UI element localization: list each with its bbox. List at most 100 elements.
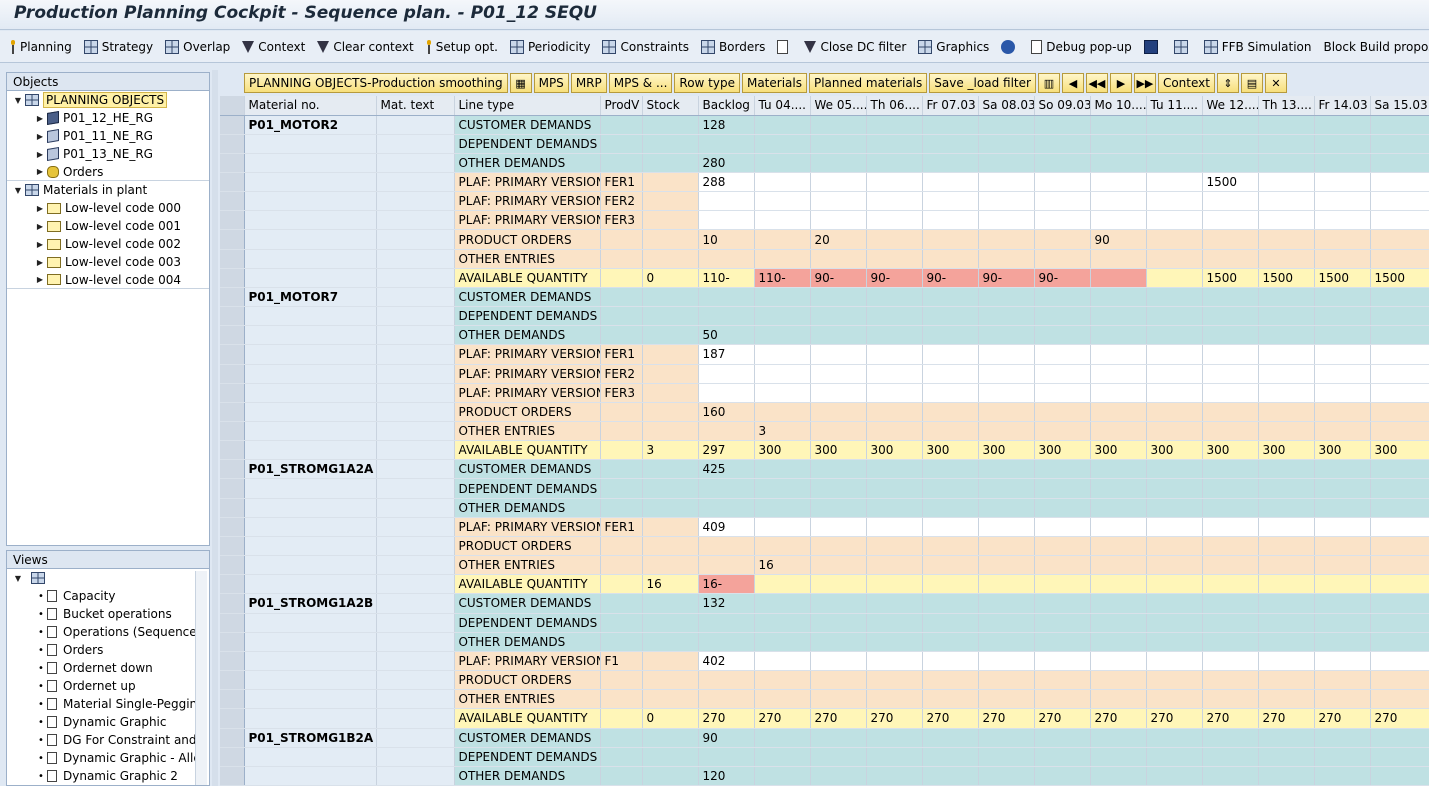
bucket-cell[interactable] <box>978 555 1035 576</box>
backlog-cell[interactable] <box>698 498 755 518</box>
bucket-cell[interactable] <box>754 229 811 250</box>
backlog-cell[interactable]: 409 <box>698 517 755 537</box>
bucket-cell[interactable] <box>922 306 979 327</box>
bucket-cell[interactable] <box>754 383 811 403</box>
bucket-cell[interactable] <box>1258 517 1315 537</box>
bucket-cell[interactable]: 300 <box>754 440 811 461</box>
bucket-cell[interactable] <box>1090 306 1147 327</box>
bucket-cell[interactable] <box>1034 229 1091 250</box>
bucket-cell[interactable] <box>1258 747 1315 767</box>
row-selector[interactable] <box>220 325 245 346</box>
bucket-cell[interactable] <box>1146 383 1203 403</box>
expand-icon[interactable]: ▶ <box>35 167 45 176</box>
row-selector[interactable] <box>220 249 245 269</box>
bucket-cell[interactable]: 90- <box>1034 268 1091 288</box>
bucket-cell[interactable] <box>754 325 811 346</box>
bucket-cell[interactable]: 90- <box>978 268 1035 288</box>
bucket-cell[interactable] <box>1034 498 1091 518</box>
bucket-cell[interactable] <box>810 191 867 212</box>
backlog-cell[interactable]: 50 <box>698 325 755 346</box>
bucket-cell[interactable] <box>1314 249 1371 269</box>
bucket-cell[interactable] <box>1090 459 1147 480</box>
bucket-cell[interactable] <box>754 249 811 269</box>
collapse-icon[interactable]: ▼ <box>13 574 23 583</box>
bucket-cell[interactable] <box>1090 383 1147 403</box>
bucket-cell[interactable]: 270 <box>754 708 811 729</box>
bucket-cell[interactable] <box>1314 383 1371 403</box>
bucket-cell[interactable] <box>1202 517 1259 537</box>
bucket-cell[interactable] <box>1314 210 1371 231</box>
column-header[interactable]: We 05.... <box>810 96 867 116</box>
bucket-cell[interactable] <box>1146 325 1203 346</box>
bucket-cell[interactable] <box>978 172 1035 193</box>
bucket-cell[interactable] <box>1314 287 1371 308</box>
bucket-cell[interactable] <box>866 229 923 250</box>
bucket-cell[interactable] <box>1314 478 1371 499</box>
bucket-cell[interactable] <box>1034 459 1091 480</box>
stock-cell[interactable] <box>642 287 699 308</box>
bucket-cell[interactable] <box>1202 249 1259 269</box>
bucket-cell[interactable] <box>1314 728 1371 748</box>
bucket-cell[interactable] <box>1314 689 1371 710</box>
bucket-cell[interactable] <box>1370 325 1429 346</box>
bucket-cell[interactable] <box>810 210 867 231</box>
bucket-cell[interactable] <box>1370 651 1429 672</box>
row-selector[interactable] <box>220 574 245 595</box>
bucket-cell[interactable] <box>866 689 923 710</box>
row-selector[interactable] <box>220 498 245 518</box>
bucket-cell[interactable] <box>866 766 923 786</box>
bucket-cell[interactable] <box>1146 498 1203 518</box>
backlog-cell[interactable] <box>698 536 755 557</box>
expand-icon[interactable]: ▶ <box>35 114 45 123</box>
stock-cell[interactable] <box>642 766 699 786</box>
bucket-cell[interactable] <box>922 210 979 231</box>
bucket-cell[interactable] <box>1370 191 1429 212</box>
backlog-cell[interactable] <box>698 306 755 327</box>
bucket-cell[interactable] <box>1370 574 1429 595</box>
bucket-cell[interactable] <box>866 728 923 748</box>
bucket-cell[interactable] <box>1314 153 1371 173</box>
bucket-cell[interactable] <box>1314 555 1371 576</box>
bucket-cell[interactable] <box>1258 402 1315 423</box>
bucket-cell[interactable] <box>1034 613 1091 633</box>
toolbar-button-debug-pop-up[interactable]: Debug pop-up <box>1031 39 1132 54</box>
bucket-cell[interactable]: 20 <box>810 229 867 250</box>
bucket-cell[interactable] <box>978 574 1035 595</box>
bucket-cell[interactable] <box>1090 421 1147 442</box>
bucket-cell[interactable] <box>1146 134 1203 154</box>
grid-toolbar-button-planned-materials[interactable]: Planned materials <box>808 73 928 93</box>
bucket-cell[interactable] <box>1314 191 1371 212</box>
bucket-cell[interactable] <box>1314 325 1371 346</box>
bucket-cell[interactable] <box>866 115 923 135</box>
bucket-cell[interactable] <box>922 153 979 173</box>
bucket-cell[interactable] <box>1202 344 1259 365</box>
bucket-cell[interactable]: 300 <box>1314 440 1371 461</box>
row-selector[interactable] <box>220 191 245 212</box>
column-header[interactable]: So 09.03 <box>1034 96 1091 116</box>
bucket-cell[interactable] <box>1090 498 1147 518</box>
bucket-cell[interactable] <box>1202 459 1259 480</box>
bucket-cell[interactable] <box>922 747 979 767</box>
row-selector[interactable] <box>220 172 245 193</box>
bucket-cell[interactable] <box>754 670 811 691</box>
bucket-cell[interactable] <box>978 421 1035 442</box>
bucket-cell[interactable] <box>1258 498 1315 518</box>
bucket-cell[interactable]: 1500 <box>1202 268 1259 288</box>
stock-cell[interactable] <box>642 536 699 557</box>
bucket-cell[interactable] <box>1370 555 1429 576</box>
bucket-cell[interactable] <box>866 498 923 518</box>
bucket-cell[interactable] <box>922 555 979 576</box>
bucket-cell[interactable] <box>922 632 979 652</box>
column-header[interactable]: Backlog <box>698 96 755 116</box>
bucket-cell[interactable] <box>978 670 1035 691</box>
bucket-cell[interactable] <box>1202 364 1259 384</box>
bucket-cell[interactable] <box>1090 766 1147 786</box>
bucket-cell[interactable] <box>1370 364 1429 384</box>
bucket-cell[interactable] <box>810 498 867 518</box>
bucket-cell[interactable] <box>1370 229 1429 250</box>
bucket-cell[interactable]: 270 <box>1202 708 1259 729</box>
bucket-cell[interactable] <box>810 402 867 423</box>
bucket-cell[interactable] <box>1258 172 1315 193</box>
bucket-cell[interactable] <box>1034 517 1091 537</box>
bucket-cell[interactable] <box>1090 268 1147 288</box>
